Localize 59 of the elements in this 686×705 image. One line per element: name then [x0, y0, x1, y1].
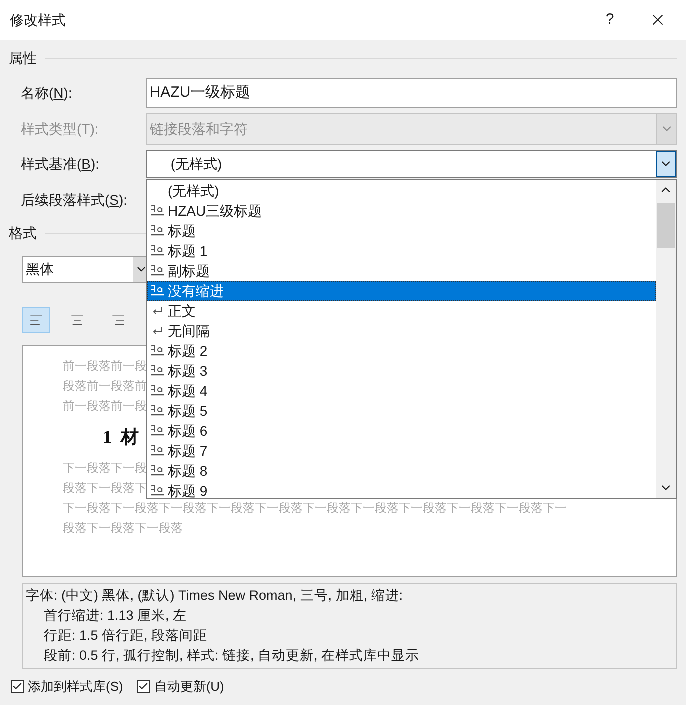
- dropdown-item[interactable]: 标题 7: [147, 441, 656, 461]
- dropdown-item[interactable]: 标题 3: [147, 361, 656, 381]
- preview-text: 下一段落下一段落下一段落下一段落下一段落下一段落下一段落下一段落下一段落下一段落下一: [63, 500, 568, 517]
- chevron-down-icon: [656, 151, 676, 177]
- return-arrow-icon: [152, 306, 164, 316]
- dropdown-item[interactable]: 没有缩进: [147, 281, 656, 301]
- dropdown-item[interactable]: 标题 1: [147, 241, 656, 261]
- option-checkbox[interactable]: 自动更新(U): [137, 677, 224, 696]
- dropdown-item[interactable]: 标题 6: [147, 421, 656, 441]
- linked-style-icon: [150, 345, 164, 357]
- linked-style-icon: [150, 265, 164, 277]
- scrollbar[interactable]: [656, 180, 676, 498]
- linked-style-icon: [150, 365, 164, 377]
- dropdown-item[interactable]: 标题: [147, 221, 656, 241]
- linked-style-icon: [150, 205, 164, 217]
- field-label: 名称(N):: [20, 84, 74, 103]
- linked-style-icon: [150, 405, 164, 417]
- dropdown-item[interactable]: HZAU三级标题: [147, 201, 656, 221]
- align-button[interactable]: [22, 307, 50, 333]
- section-heading: 格式: [9, 224, 37, 242]
- preview-text: 前一段落前一段: [63, 398, 147, 415]
- dropdown-item[interactable]: (无样式): [147, 181, 656, 201]
- based-on-dropdown[interactable]: (无样式): [146, 150, 677, 178]
- linked-style-icon: [150, 225, 164, 237]
- preview-text: 段落下一段落下: [63, 480, 147, 497]
- dropdown-item[interactable]: 无间隔: [147, 321, 656, 341]
- linked-style-icon: [150, 445, 164, 457]
- field-label: 样式基准(B):: [20, 154, 101, 174]
- checkbox[interactable]: [137, 680, 150, 694]
- chevron-down-icon: [656, 114, 676, 144]
- dropdown-item[interactable]: 正文: [147, 301, 656, 321]
- field-label: 后续段落样式(S):: [20, 190, 129, 210]
- help-button[interactable]: ?: [590, 0, 630, 40]
- name-field[interactable]: HAZU一级标题: [146, 78, 677, 108]
- linked-style-icon: [150, 485, 164, 497]
- window-title: 修改样式: [10, 10, 66, 30]
- linked-style-icon: [150, 385, 164, 397]
- preview-text: 下一段落下一段: [63, 460, 147, 477]
- dropdown-item[interactable]: 副标题: [147, 261, 656, 281]
- dropdown-item[interactable]: 标题 2: [147, 341, 656, 361]
- linked-style-icon: [150, 465, 164, 477]
- scroll-thumb[interactable]: [657, 203, 675, 248]
- checkbox[interactable]: [11, 680, 24, 694]
- dropdown-item[interactable]: 标题 4: [147, 381, 656, 401]
- option-checkbox[interactable]: 添加到样式库(S): [11, 677, 124, 696]
- section-heading: 属性: [9, 48, 37, 68]
- preview-text: 段落下一段落下一段落: [63, 520, 184, 537]
- linked-style-icon: [150, 285, 164, 297]
- preview-heading: 1 材: [103, 426, 139, 449]
- return-arrow-icon: [152, 326, 164, 336]
- linked-style-icon: [150, 245, 164, 257]
- preview-text: 段落前一段落前: [63, 378, 147, 395]
- dropdown-item[interactable]: 标题 5: [147, 401, 656, 421]
- linked-style-icon: [150, 425, 164, 437]
- preview-text: 前一段落前一段: [63, 358, 147, 375]
- field-label: 样式类型(T):: [20, 120, 100, 139]
- style-description: 字体: (中文) 黑体, (默认) Times New Roman, 三号, 加粗, 缩进: 首行缩进: 1.13 厘米, 左 行距: 1.5 倍行距, 段落间距 段前: 0.5 行, 孤行控制, 样式: 链接, 自动更新, 在样式库中显示: [22, 583, 677, 669]
- dropdown-item[interactable]: 标题 8: [147, 461, 656, 481]
- dropdown-item[interactable]: 标题 9: [147, 481, 656, 501]
